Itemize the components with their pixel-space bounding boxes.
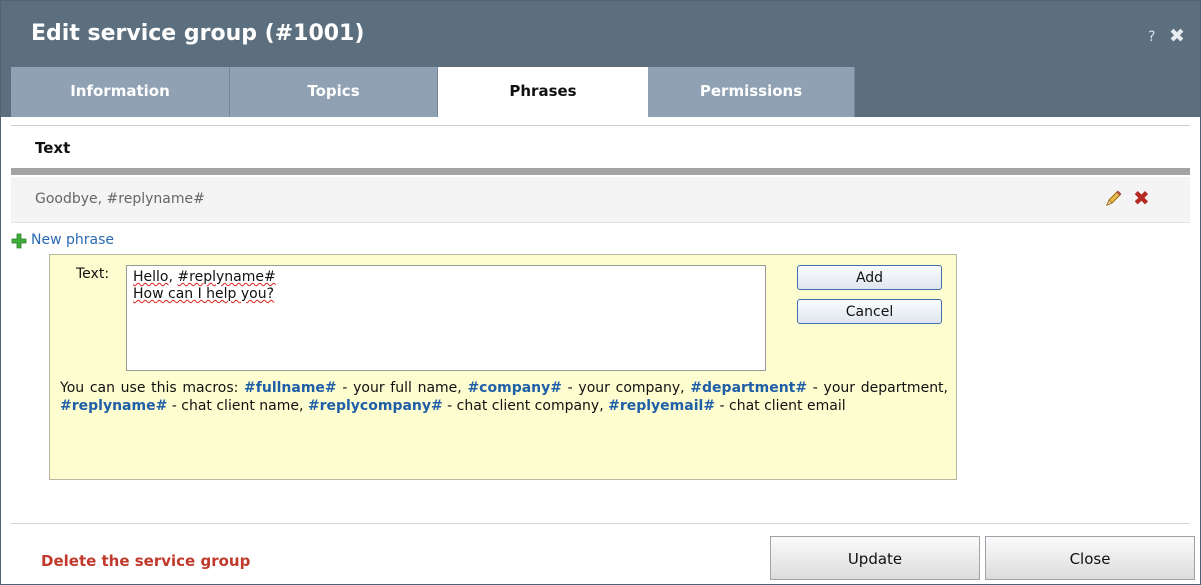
table-row: Goodbye, #replyname# ✖ bbox=[11, 177, 1190, 223]
pencil-icon[interactable] bbox=[1103, 189, 1123, 209]
text-field-label: Text: bbox=[76, 266, 110, 282]
update-button[interactable]: Update bbox=[770, 536, 980, 580]
text-column-header: Text bbox=[11, 127, 1190, 168]
new-phrase-form: Text: Hello, #replyname# How can I help … bbox=[49, 254, 957, 480]
phrase-textarea[interactable]: Hello, #replyname# How can I help you? bbox=[126, 265, 766, 371]
text-column-label: Text bbox=[35, 139, 71, 157]
macro-replyname: #replyname# bbox=[60, 398, 168, 414]
macro-company-desc: - your company, bbox=[561, 380, 691, 396]
textarea-line-1: Hello, #replyname# bbox=[133, 269, 276, 285]
tab-information[interactable]: Information bbox=[11, 67, 230, 117]
new-phrase-label: New phrase bbox=[31, 232, 114, 248]
macro-replyemail-desc: - chat client email bbox=[715, 398, 846, 414]
content-divider bbox=[11, 125, 1190, 126]
header-separator bbox=[11, 168, 1190, 175]
macro-replycompany-desc: - chat client company, bbox=[442, 398, 609, 414]
dialog-title: Edit service group (#1001) bbox=[31, 21, 365, 46]
macro-replyname-desc: - chat client name, bbox=[167, 398, 308, 414]
macro-fullname-desc: - your full name, bbox=[336, 380, 468, 396]
macros-intro: You can use this macros: bbox=[60, 380, 245, 396]
textarea-line-2: How can I help you? bbox=[133, 286, 275, 302]
plus-icon bbox=[11, 233, 27, 249]
edit-service-group-dialog: Edit service group (#1001) ? ✖ Informati… bbox=[0, 0, 1201, 585]
macro-department: #department# bbox=[690, 380, 808, 396]
delete-service-group-link[interactable]: Delete the service group bbox=[41, 552, 250, 570]
textarea-word-replyname: #replyname# bbox=[177, 269, 276, 285]
tab-bar: Information Topics Phrases Permissions bbox=[1, 67, 1200, 117]
dialog-titlebar: Edit service group (#1001) ? ✖ bbox=[1, 1, 1200, 67]
cancel-button[interactable]: Cancel bbox=[797, 299, 942, 324]
tab-permissions[interactable]: Permissions bbox=[648, 67, 855, 117]
help-icon[interactable]: ? bbox=[1148, 29, 1155, 45]
close-button[interactable]: Close bbox=[985, 536, 1195, 580]
tab-phrases[interactable]: Phrases bbox=[438, 67, 648, 117]
textarea-word-hello: Hello bbox=[133, 269, 169, 285]
footer-divider bbox=[11, 523, 1190, 524]
add-button[interactable]: Add bbox=[797, 265, 942, 290]
macro-fullname: #fullname# bbox=[244, 380, 337, 396]
macro-department-desc: - your department, bbox=[807, 380, 948, 396]
delete-x-icon[interactable]: ✖ bbox=[1133, 188, 1150, 208]
tab-topics[interactable]: Topics bbox=[230, 67, 438, 117]
macro-company: #company# bbox=[467, 380, 562, 396]
macros-help-text: You can use this macros: #fullname# - yo… bbox=[60, 379, 948, 415]
close-icon[interactable]: ✖ bbox=[1169, 25, 1185, 47]
macro-replycompany: #replycompany# bbox=[307, 398, 443, 414]
phrase-text: Goodbye, #replyname# bbox=[35, 191, 205, 207]
macro-replyemail: #replyemail# bbox=[608, 398, 716, 414]
